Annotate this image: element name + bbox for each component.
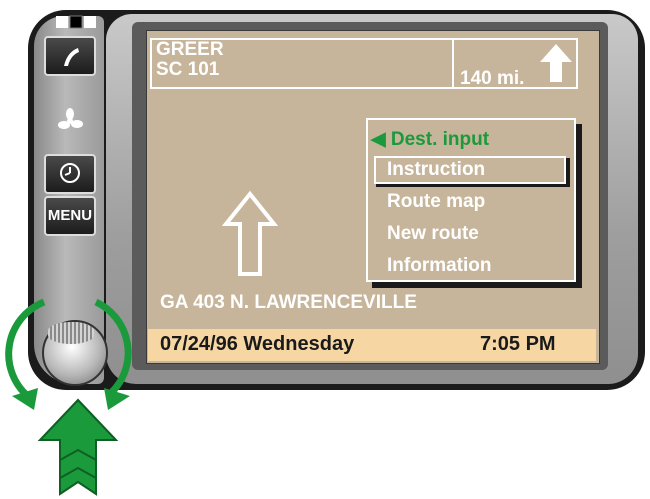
header-divider: [452, 38, 454, 89]
indicator-lights: [56, 15, 96, 29]
current-street: GA 403 N. LAWRENCEVILLE: [160, 292, 417, 313]
destination-city: GREER: [156, 39, 224, 60]
clock-icon: [60, 163, 80, 183]
phone-icon: [64, 48, 79, 66]
phone-button[interactable]: [44, 36, 96, 76]
menu-item-instruction[interactable]: Instruction: [387, 160, 485, 180]
push-indicator-icon: [37, 398, 119, 496]
menu-button[interactable]: MENU: [44, 196, 96, 236]
selection-shadow: [566, 158, 570, 186]
menu-item-information[interactable]: Information: [387, 256, 492, 276]
menu-item-route-map[interactable]: Route map: [387, 192, 485, 212]
direction-arrow-icon: [540, 44, 572, 82]
menu-item-new-route[interactable]: New route: [387, 224, 479, 244]
time-readout: 7:05 PM: [480, 333, 556, 355]
menu-item-dest-input[interactable]: ◀ Dest. input: [371, 130, 489, 150]
selection-shadow: [376, 184, 570, 187]
fan-icon[interactable]: [57, 108, 83, 134]
destination-road: SC 101: [156, 59, 220, 80]
clock-button[interactable]: [44, 154, 96, 194]
date-readout: 07/24/96 Wednesday: [160, 333, 355, 355]
turn-arrow-icon: [222, 190, 278, 276]
knob-grip: [48, 322, 94, 344]
distance-readout: 140 mi.: [460, 68, 525, 89]
